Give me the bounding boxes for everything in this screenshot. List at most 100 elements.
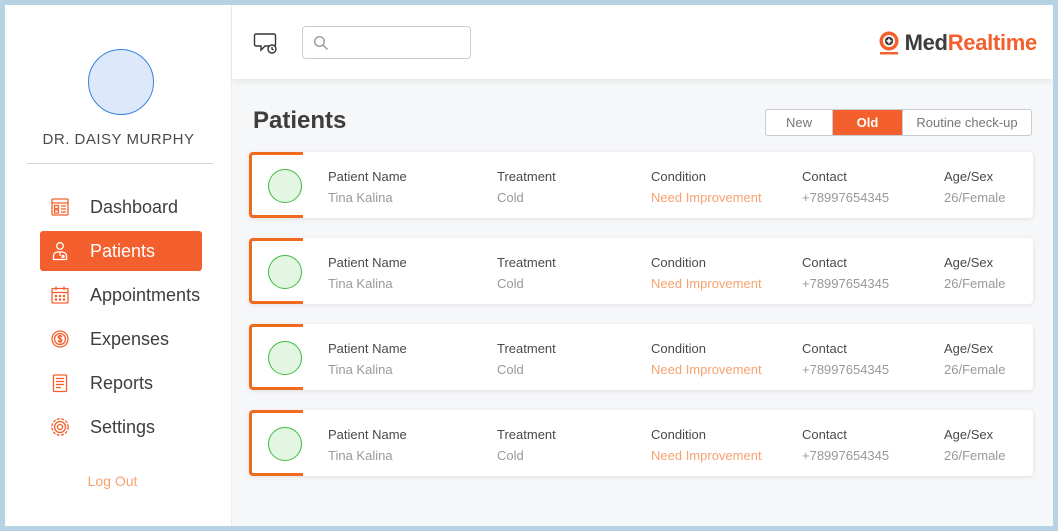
col-treatment: Treatment Cold xyxy=(497,169,556,205)
col-patient-name: Patient Name Tina Kalina xyxy=(328,169,407,205)
col-patient-name: Patient Name Tina Kalina xyxy=(328,427,407,463)
patient-avatar xyxy=(268,341,302,375)
sidebar-item-appointments[interactable]: Appointments xyxy=(40,275,202,315)
patient-icon xyxy=(50,241,70,261)
sidebar-nav: Dashboard Patients Appointments Expenses… xyxy=(40,187,202,451)
sidebar-item-label: Appointments xyxy=(90,284,201,305)
calendar-icon xyxy=(50,285,70,305)
brand-logo: MedRealtime xyxy=(876,29,1037,57)
sidebar-item-reports[interactable]: Reports xyxy=(40,363,202,403)
value-patient-name: Tina Kalina xyxy=(328,362,393,377)
sidebar-item-label: Patients xyxy=(90,240,156,261)
col-treatment: Treatment Cold xyxy=(497,341,556,377)
sidebar-item-label: Expenses xyxy=(90,328,170,349)
gear-icon xyxy=(50,417,70,437)
label-age-sex: Age/Sex xyxy=(944,255,994,270)
page-title: Patients xyxy=(253,107,347,134)
app-window: DR. DAISY MURPHY Dashboard Patients Appo… xyxy=(0,0,1058,531)
value-contact: +78997654345 xyxy=(802,362,890,377)
filter-old[interactable]: Old xyxy=(833,110,903,135)
dashboard-icon xyxy=(50,197,70,217)
col-condition: Condition Need Improvement xyxy=(651,341,762,377)
label-condition: Condition xyxy=(651,341,706,356)
patient-avatar xyxy=(268,169,302,203)
label-treatment: Treatment xyxy=(497,255,556,270)
col-patient-name: Patient Name Tina Kalina xyxy=(328,255,407,291)
patient-card[interactable]: Patient Name Tina Kalina Treatment Cold Co… xyxy=(249,410,1033,476)
search-box[interactable] xyxy=(302,26,471,59)
col-age-sex: Age/Sex 26/Female xyxy=(944,169,1005,205)
chat-icon[interactable] xyxy=(253,30,279,56)
patient-card[interactable]: Patient Name Tina Kalina Treatment Cold Co… xyxy=(249,152,1033,218)
top-header: MedRealtime xyxy=(232,5,1053,79)
col-age-sex: Age/Sex 26/Female xyxy=(944,255,1005,291)
sidebar-item-label: Dashboard xyxy=(90,196,179,217)
sidebar-item-patients[interactable]: Patients xyxy=(40,231,202,271)
value-patient-name: Tina Kalina xyxy=(328,276,393,291)
sidebar-item-settings[interactable]: Settings xyxy=(40,407,202,447)
logout-link[interactable]: Log Out xyxy=(5,473,220,489)
filter-new[interactable]: New xyxy=(766,110,833,135)
value-treatment: Cold xyxy=(497,362,524,377)
filter-routine-checkup[interactable]: Routine check-up xyxy=(903,110,1031,135)
value-age-sex: 26/Female xyxy=(944,448,1006,463)
value-treatment: Cold xyxy=(497,448,524,463)
col-patient-name: Patient Name Tina Kalina xyxy=(328,341,407,377)
value-condition: Need Improvement xyxy=(651,448,762,463)
label-treatment: Treatment xyxy=(497,341,556,356)
col-treatment: Treatment Cold xyxy=(497,255,556,291)
value-treatment: Cold xyxy=(497,190,524,205)
label-age-sex: Age/Sex xyxy=(944,341,994,356)
col-contact: Contact +78997654345 xyxy=(802,427,889,463)
label-condition: Condition xyxy=(651,255,706,270)
value-condition: Need Improvement xyxy=(651,190,762,205)
value-condition: Need Improvement xyxy=(651,276,762,291)
value-condition: Need Improvement xyxy=(651,362,762,377)
search-input[interactable] xyxy=(335,31,465,54)
value-patient-name: Tina Kalina xyxy=(328,190,393,205)
label-treatment: Treatment xyxy=(497,427,556,442)
doctor-name: DR. DAISY MURPHY xyxy=(42,131,195,148)
search-icon xyxy=(313,35,328,50)
doctor-avatar[interactable] xyxy=(88,49,154,115)
patient-avatar xyxy=(268,427,302,461)
logo-icon xyxy=(876,30,902,56)
col-age-sex: Age/Sex 26/Female xyxy=(944,341,1005,377)
col-condition: Condition Need Improvement xyxy=(651,255,762,291)
col-contact: Contact +78997654345 xyxy=(802,341,889,377)
col-contact: Contact +78997654345 xyxy=(802,255,889,291)
sidebar-item-label: Reports xyxy=(90,372,154,393)
label-patient-name: Patient Name xyxy=(328,255,407,270)
label-age-sex: Age/Sex xyxy=(944,169,994,184)
label-patient-name: Patient Name xyxy=(328,427,407,442)
sidebar-item-label: Settings xyxy=(90,416,156,437)
label-treatment: Treatment xyxy=(497,169,556,184)
label-patient-name: Patient Name xyxy=(328,169,407,184)
patient-card[interactable]: Patient Name Tina Kalina Treatment Cold Co… xyxy=(249,324,1033,390)
sidebar-item-dashboard[interactable]: Dashboard xyxy=(40,187,202,227)
col-contact: Contact +78997654345 xyxy=(802,169,889,205)
dollar-icon xyxy=(50,329,70,349)
report-icon xyxy=(50,373,70,393)
logo-text-med: Med xyxy=(904,30,948,55)
label-contact: Contact xyxy=(802,169,847,184)
patient-card[interactable]: Patient Name Tina Kalina Treatment Cold Co… xyxy=(249,238,1033,304)
value-contact: +78997654345 xyxy=(802,190,890,205)
label-condition: Condition xyxy=(651,169,706,184)
patient-filter-group: New Old Routine check-up xyxy=(765,109,1032,136)
value-age-sex: 26/Female xyxy=(944,276,1006,291)
logo-text-realtime: Realtime xyxy=(947,30,1038,55)
col-treatment: Treatment Cold xyxy=(497,427,556,463)
sidebar: DR. DAISY MURPHY Dashboard Patients Appo… xyxy=(5,5,232,526)
label-contact: Contact xyxy=(802,341,847,356)
label-contact: Contact xyxy=(802,255,847,270)
patient-avatar xyxy=(268,255,302,289)
patient-list: Patient Name Tina Kalina Treatment Cold Co… xyxy=(249,152,1033,496)
value-treatment: Cold xyxy=(497,276,524,291)
col-age-sex: Age/Sex 26/Female xyxy=(944,427,1005,463)
label-age-sex: Age/Sex xyxy=(944,427,994,442)
label-patient-name: Patient Name xyxy=(328,341,407,356)
sidebar-divider xyxy=(27,163,213,164)
value-age-sex: 26/Female xyxy=(944,190,1006,205)
sidebar-item-expenses[interactable]: Expenses xyxy=(40,319,202,359)
